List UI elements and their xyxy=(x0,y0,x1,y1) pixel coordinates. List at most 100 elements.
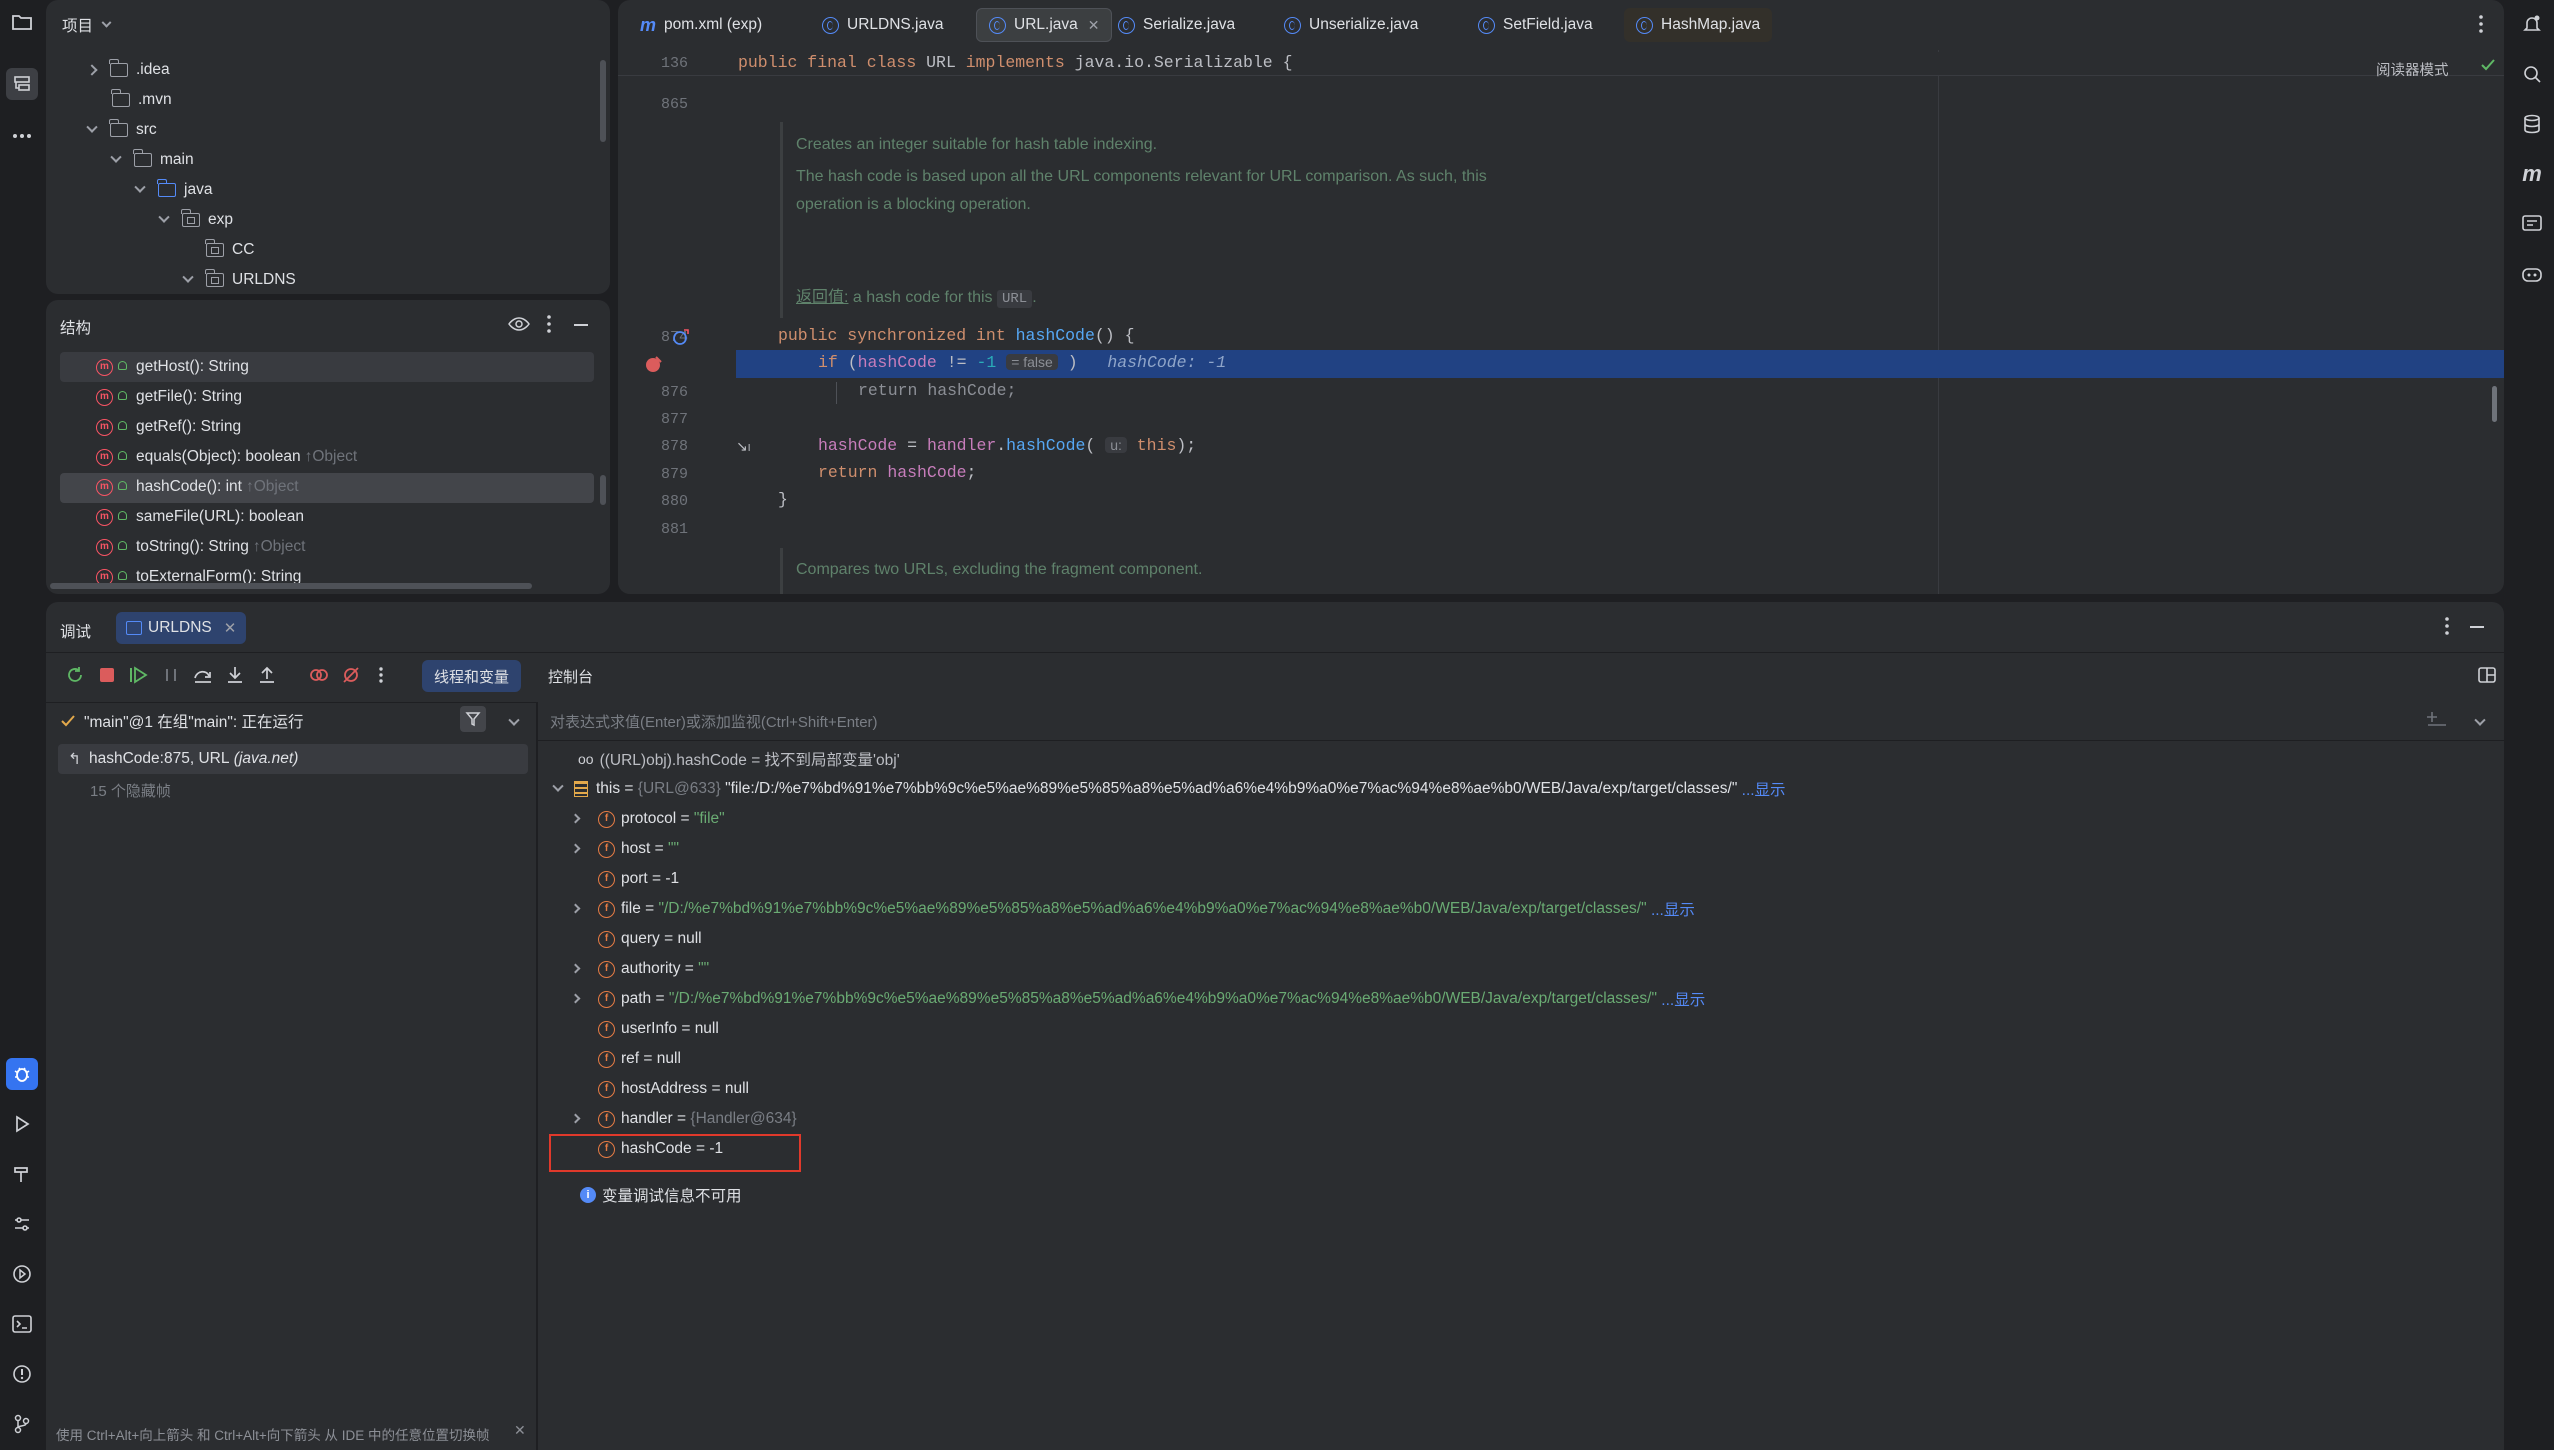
structure-item[interactable]: m getHost(): String xyxy=(96,352,249,382)
layout-settings-icon[interactable] xyxy=(2478,666,2496,689)
structure-options-icon[interactable] xyxy=(546,314,552,339)
step-out-icon[interactable] xyxy=(256,664,278,686)
structure-item[interactable]: m hashCode(): int ↑Object xyxy=(96,472,299,502)
resume-icon[interactable] xyxy=(128,664,150,686)
debug-options-icon[interactable] xyxy=(2444,616,2450,641)
structure-view-icon[interactable] xyxy=(6,68,38,100)
close-tip-icon[interactable]: ✕ xyxy=(514,1422,526,1439)
structure-hscrollbar[interactable] xyxy=(50,583,532,589)
project-folder-icon[interactable] xyxy=(6,6,38,38)
project-panel-title[interactable]: 项目 xyxy=(62,14,124,36)
tab-setfield-java[interactable]: SetField.java xyxy=(1466,8,1605,42)
tabs-more-icon[interactable] xyxy=(2478,14,2484,39)
toolbar-more-icon[interactable] xyxy=(370,664,392,686)
thread-selector[interactable]: "main"@1 在组"main": 正在运行 xyxy=(60,710,303,732)
mute-breakpoints-icon[interactable] xyxy=(340,664,362,686)
field-row-authority[interactable]: f authority = "" xyxy=(570,954,709,984)
rerun-icon[interactable] xyxy=(64,664,86,686)
close-icon[interactable]: ✕ xyxy=(1088,17,1100,34)
show-more-link[interactable]: ...显示 xyxy=(1742,778,1786,800)
show-more-link[interactable]: ...显示 xyxy=(1661,988,1705,1010)
endpoints-icon[interactable] xyxy=(2516,208,2548,240)
field-row-ref[interactable]: f ref = null xyxy=(576,1044,681,1074)
run-to-cursor-icon[interactable]: ↘I xyxy=(736,438,751,455)
tree-item-exp[interactable]: exp xyxy=(158,205,233,235)
watch-row[interactable]: oo ((URL)obj).hashCode = 找不到局部变量'obj' xyxy=(578,744,900,774)
view-breakpoints-icon[interactable] xyxy=(308,664,330,686)
tab-url-java[interactable]: URL.java ✕ xyxy=(976,8,1113,42)
services-sliders-icon[interactable] xyxy=(6,1208,38,1240)
tab-hashmap-java[interactable]: HashMap.java xyxy=(1624,8,1773,42)
tab-pom-xml[interactable]: m pom.xml (exp) xyxy=(628,8,774,42)
run-services-icon[interactable] xyxy=(6,1258,38,1290)
project-scrollbar[interactable] xyxy=(600,60,606,142)
tree-item-cc[interactable]: CC xyxy=(205,235,254,265)
field-row-path[interactable]: f path = "/D:/%e7%bd%91%e7%bb%9c%e5%ae%89… xyxy=(570,984,1705,1014)
tab-urldns-java[interactable]: URLDNS.java xyxy=(810,8,955,42)
database-icon[interactable] xyxy=(2516,108,2548,140)
field-icon: f xyxy=(598,1050,615,1068)
structure-item[interactable]: m getFile(): String xyxy=(96,382,242,412)
field-row-host[interactable]: f host = "" xyxy=(570,834,679,864)
terminal-icon[interactable] xyxy=(6,1308,38,1340)
field-row-handler[interactable]: f handler = {Handler@634} xyxy=(570,1104,797,1134)
tab-unserialize-java[interactable]: Unserialize.java xyxy=(1272,8,1430,42)
structure-item[interactable]: m equals(Object): boolean ↑Object xyxy=(96,442,357,472)
tree-item-urldns[interactable]: URLDNS xyxy=(182,265,296,294)
tab-threads-variables[interactable]: 线程和变量 xyxy=(422,660,522,692)
debug-session-tab[interactable]: URLDNS ✕ xyxy=(116,612,247,644)
structure-scrollbar[interactable] xyxy=(600,475,606,505)
field-row-file[interactable]: f file = "/D:/%e7%bd%91%e7%bb%9c%e5%ae%89… xyxy=(570,894,1695,924)
notifications-bell-icon[interactable] xyxy=(2516,8,2548,40)
thread-status-text: "main"@1 在组"main": 正在运行 xyxy=(84,714,304,731)
tab-console[interactable]: 控制台 xyxy=(538,660,603,692)
tree-item-src[interactable]: src xyxy=(86,115,157,145)
build-hammer-icon[interactable] xyxy=(6,1158,38,1190)
line-number: 876 xyxy=(660,384,688,401)
minimize-icon[interactable] xyxy=(574,324,588,326)
ai-assistant-icon[interactable] xyxy=(2516,58,2548,90)
more-tools-icon[interactable] xyxy=(6,120,38,152)
field-row-protocol[interactable]: f protocol = "file" xyxy=(570,804,725,834)
inspection-ok-icon[interactable] xyxy=(2480,58,2496,77)
structure-item[interactable]: m getRef(): String xyxy=(96,412,241,442)
stop-icon[interactable] xyxy=(96,664,118,686)
chevron-down-icon[interactable] xyxy=(2474,714,2498,732)
override-marker-icon[interactable] xyxy=(672,328,690,351)
debug-bug-icon[interactable] xyxy=(6,1058,38,1090)
stack-frame-row[interactable]: ↰ hashCode:875, URL (java.net) xyxy=(58,744,528,774)
structure-item[interactable]: m sameFile(URL): boolean xyxy=(96,502,304,532)
maven-icon[interactable]: m xyxy=(2516,158,2548,190)
pause-icon[interactable] xyxy=(160,664,182,686)
structure-item[interactable]: m toString(): String ↑Object xyxy=(96,532,305,562)
reader-mode-toggle[interactable]: 阅读器模式 xyxy=(2376,59,2449,80)
filter-icon[interactable] xyxy=(460,706,486,732)
field-row-query[interactable]: f query = null xyxy=(576,924,702,954)
field-row-hostaddress[interactable]: f hostAddress = null xyxy=(576,1074,749,1104)
field-row-userinfo[interactable]: f userInfo = null xyxy=(576,1014,719,1044)
hidden-frames-link[interactable]: 15 个隐藏帧 xyxy=(90,780,171,801)
field-row-port[interactable]: f port = -1 xyxy=(576,864,679,894)
copilot-icon[interactable] xyxy=(2516,258,2548,290)
minimize-icon[interactable] xyxy=(2470,626,2484,628)
pane-splitter[interactable] xyxy=(536,702,538,1450)
tree-item-java[interactable]: java xyxy=(134,175,212,205)
step-over-icon[interactable] xyxy=(192,664,214,686)
close-icon[interactable]: ✕ xyxy=(224,619,237,637)
chevron-down-icon[interactable] xyxy=(508,714,532,732)
tree-item-mvn[interactable]: .mvn xyxy=(111,85,172,115)
step-into-icon[interactable] xyxy=(224,664,246,686)
tree-item-idea[interactable]: .idea xyxy=(86,55,170,85)
show-more-link[interactable]: ...显示 xyxy=(1651,898,1695,920)
tab-serialize-java[interactable]: Serialize.java xyxy=(1106,8,1247,42)
editor-scrollbar[interactable] xyxy=(2492,386,2497,422)
git-branch-icon[interactable] xyxy=(6,1408,38,1440)
run-icon[interactable] xyxy=(6,1108,38,1140)
problems-icon[interactable] xyxy=(6,1358,38,1390)
breakpoint-icon[interactable] xyxy=(644,354,664,379)
evaluate-expression-input[interactable]: 对表达式求值(Enter)或添加监视(Ctrl+Shift+Enter) xyxy=(550,706,2450,736)
tree-item-main[interactable]: main xyxy=(110,145,194,175)
eye-icon[interactable] xyxy=(508,316,530,337)
var-row-this[interactable]: this = {URL@633} "file:/D:/%e7%bd%91%e7%… xyxy=(552,774,1786,804)
add-watch-icon[interactable] xyxy=(2426,710,2448,733)
